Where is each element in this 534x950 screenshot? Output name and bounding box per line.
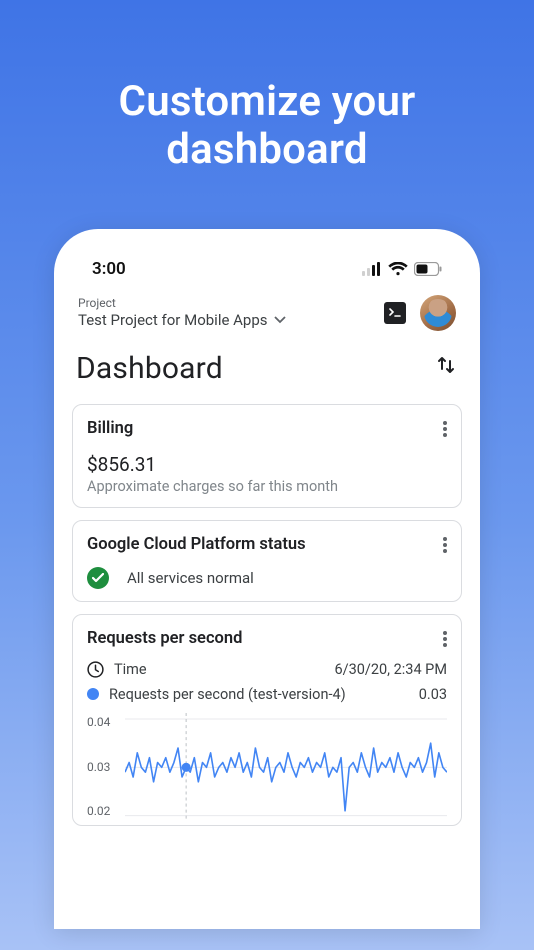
billing-title: Billing <box>87 419 133 438</box>
dashboard-header: Dashboard <box>72 341 462 404</box>
rps-series-label: Requests per second (test-version-4) <box>109 686 346 703</box>
rps-chart: 0.04 0.03 0.02 <box>87 713 447 821</box>
billing-more-button[interactable] <box>443 419 447 439</box>
rps-title: Requests per second <box>87 629 242 648</box>
reorder-button[interactable] <box>436 355 456 381</box>
rps-more-button[interactable] <box>443 629 447 649</box>
clock-icon <box>87 661 104 678</box>
rps-chart-svg <box>125 713 447 822</box>
billing-amount: $856.31 <box>87 453 447 476</box>
gcp-status-card[interactable]: Google Cloud Platform status All service… <box>72 520 462 602</box>
rps-series-value: 0.03 <box>419 686 447 703</box>
gcp-status-more-button[interactable] <box>443 535 447 555</box>
gcp-status-message: All services normal <box>127 569 254 587</box>
project-label: Project <box>78 296 286 310</box>
page-title: Dashboard <box>76 351 223 386</box>
status-icons <box>362 262 442 276</box>
project-row: Project Test Project for Mobile Apps <box>72 293 462 341</box>
gcp-status-title: Google Cloud Platform status <box>87 535 306 554</box>
project-name: Test Project for Mobile Apps <box>78 311 268 329</box>
battery-icon <box>414 262 442 276</box>
cloud-shell-button[interactable] <box>384 302 406 324</box>
billing-card[interactable]: Billing $856.31 Approximate charges so f… <box>72 404 462 508</box>
project-selector[interactable]: Project Test Project for Mobile Apps <box>78 296 286 329</box>
ytick-0-02: 0.02 <box>87 804 110 818</box>
series-dot-icon <box>87 688 99 700</box>
ytick-0-03: 0.03 <box>87 760 110 774</box>
rps-time-value: 6/30/20, 2:34 PM <box>334 661 447 678</box>
swap-vert-icon <box>436 355 456 375</box>
status-time: 3:00 <box>92 259 126 279</box>
phone-frame: 3:00 Project Test Project for Mobile App… <box>54 229 480 929</box>
hero-line1: Customize your <box>119 77 416 126</box>
wifi-icon <box>388 262 408 276</box>
billing-caption: Approximate charges so far this month <box>87 478 447 495</box>
cellular-icon <box>362 262 382 276</box>
check-circle-icon <box>87 567 109 589</box>
avatar[interactable] <box>420 295 456 331</box>
rps-time-label: Time <box>114 661 147 678</box>
hero-line2: dashboard <box>166 125 367 174</box>
chevron-down-icon <box>274 316 286 324</box>
ytick-0-04: 0.04 <box>87 715 110 729</box>
rps-card[interactable]: Requests per second Time 6/30/20, 2:34 P… <box>72 614 462 826</box>
terminal-icon <box>389 308 401 318</box>
status-bar: 3:00 <box>72 251 462 293</box>
hero-heading: Customize your dashboard <box>119 78 416 175</box>
